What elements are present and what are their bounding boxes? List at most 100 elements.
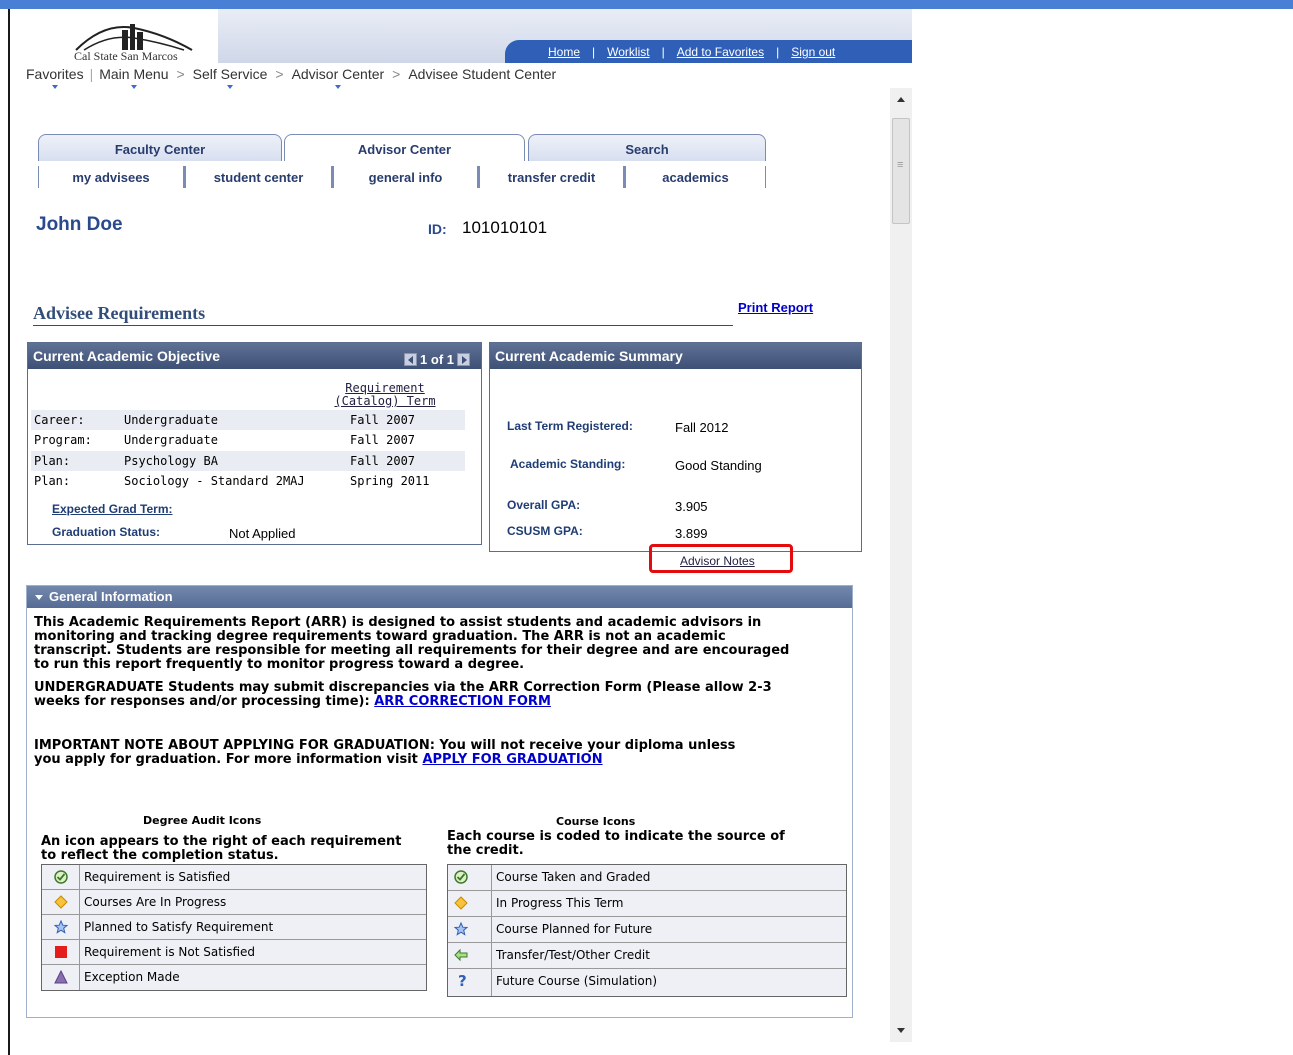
graduation-note-paragraph: IMPORTANT NOTE ABOUT APPLYING FOR GRADUA…: [34, 739, 735, 767]
legend-icon-cell: [448, 891, 492, 916]
frame-border: [8, 9, 10, 1055]
scroll-thumb[interactable]: [892, 118, 910, 224]
legend-icon-cell: [42, 940, 80, 964]
subtab-student-center[interactable]: student center: [184, 166, 332, 188]
legend-row: Transfer/Test/Other Credit: [448, 943, 846, 969]
print-report-link[interactable]: Print Report: [738, 300, 813, 315]
subtab-general-info[interactable]: general info: [332, 166, 478, 188]
csusm-gpa-label: CSUSM GPA:: [507, 524, 583, 538]
legend-row: Requirement is Satisfied: [42, 865, 426, 890]
title-underline: [33, 325, 733, 326]
worklist-link[interactable]: Worklist: [595, 45, 661, 59]
diamond-icon: [454, 896, 468, 910]
pager-text: 1 of 1: [420, 352, 454, 367]
graduation-status-value: Not Applied: [229, 526, 296, 541]
legend-icon-cell: [448, 943, 492, 968]
objective-row: Plan: Sociology - Standard 2MAJ Spring 2…: [31, 471, 465, 491]
red-square-icon: [55, 946, 67, 958]
objective-term: Spring 2011: [350, 474, 430, 488]
scroll-down-icon[interactable]: [890, 1022, 912, 1040]
last-term-label: Last Term Registered:: [507, 419, 633, 433]
check-icon: [54, 870, 68, 884]
general-information-title: General Information: [49, 589, 173, 604]
legend-row: Courses Are In Progress: [42, 890, 426, 915]
general-information-header[interactable]: General Information: [27, 586, 852, 608]
pager: 1 of 1: [401, 346, 473, 373]
subtab-bar: my advisees student center general info …: [38, 166, 766, 188]
objective-label: Program:: [34, 433, 92, 447]
previous-page-icon[interactable]: [404, 353, 418, 366]
tab-faculty-center[interactable]: Faculty Center: [38, 134, 282, 161]
breadcrumb-main-menu[interactable]: Main Menu: [99, 66, 168, 89]
graduation-status-label: Graduation Status:: [52, 525, 161, 539]
academic-summary-panel: Current Academic Summary Last Term Regis…: [489, 342, 862, 552]
objective-title: Current Academic Objective: [33, 348, 220, 364]
student-id-label: ID:: [428, 221, 447, 237]
breadcrumb-current: Advisee Student Center: [408, 66, 557, 82]
objective-value: Psychology BA: [124, 454, 218, 468]
page-title: Advisee Requirements: [33, 303, 206, 323]
apply-for-graduation-link[interactable]: APPLY FOR GRADUATION: [422, 752, 602, 767]
scroll-up-icon[interactable]: [890, 90, 912, 108]
add-to-favorites-link[interactable]: Add to Favorites: [665, 45, 776, 59]
legend-label: Course Planned for Future: [496, 922, 653, 936]
overall-gpa-label: Overall GPA:: [507, 498, 581, 512]
course-icons-title: Course Icons: [556, 815, 636, 828]
legend-row: Exception Made: [42, 965, 426, 990]
legend-label: Requirement is Satisfied: [84, 870, 231, 884]
general-information-panel: General Information This Academic Requir…: [26, 585, 853, 1018]
legend-icon-cell: [448, 865, 492, 890]
arr-description: This Academic Requirements Report (ARR) …: [34, 615, 790, 672]
subtab-academics[interactable]: academics: [624, 166, 766, 188]
objective-row: Program: Undergraduate Fall 2007: [31, 430, 465, 450]
summary-title: Current Academic Summary: [495, 348, 683, 364]
breadcrumb-arrow: >: [176, 66, 185, 82]
legend-row: Requirement is Not Satisfied: [42, 940, 426, 965]
subtab-my-advisees[interactable]: my advisees: [38, 166, 184, 188]
star-icon: [54, 920, 68, 934]
student-id-value: 101010101: [462, 218, 548, 237]
requirement-term-header-link[interactable]: Requirement (Catalog) Term: [333, 382, 437, 408]
objective-value: Undergraduate: [124, 433, 218, 447]
objective-label: Plan:: [34, 454, 71, 468]
legend-icon-cell: [42, 965, 80, 990]
expected-grad-term-link[interactable]: Expected Grad Term:: [52, 502, 172, 516]
vertical-scrollbar[interactable]: [890, 88, 912, 1042]
breadcrumb-advisor-center[interactable]: Advisor Center: [292, 66, 384, 89]
legend-row: Course Planned for Future: [448, 917, 846, 943]
breadcrumb-arrow: >: [392, 66, 401, 82]
legend-label: Transfer/Test/Other Credit: [496, 948, 650, 962]
diamond-icon: [54, 895, 68, 909]
objective-value: Undergraduate: [124, 413, 218, 427]
sign-out-link[interactable]: Sign out: [779, 45, 847, 59]
legend-label: Courses Are In Progress: [84, 895, 227, 909]
standing-value: Good Standing: [675, 458, 762, 473]
star-icon: [454, 922, 468, 936]
triangle-icon: [54, 970, 68, 984]
course-icons-description: Each course is coded to indicate the sou…: [447, 829, 785, 858]
breadcrumb-arrow: >: [275, 66, 284, 82]
next-page-icon[interactable]: [457, 353, 470, 366]
legend-icon-cell: [42, 915, 80, 939]
degree-icons-title: Degree Audit Icons: [143, 814, 262, 827]
legend-label: Exception Made: [84, 970, 180, 984]
legend-label: In Progress This Term: [496, 896, 624, 910]
breadcrumb-divider: |: [89, 66, 94, 82]
advisor-notes-link[interactable]: Advisor Notes: [680, 554, 755, 568]
tab-advisor-center[interactable]: Advisor Center: [284, 134, 525, 161]
collapse-triangle-icon[interactable]: [35, 595, 43, 601]
legend-row: Planned to Satisfy Requirement: [42, 915, 426, 940]
tab-search[interactable]: Search: [528, 134, 766, 161]
legend-icon-cell: [448, 917, 492, 942]
home-link[interactable]: Home: [536, 45, 592, 59]
breadcrumb-favorites[interactable]: Favorites: [26, 66, 84, 89]
logo-text: Cal State San Marcos: [74, 49, 178, 63]
breadcrumb-self-service[interactable]: Self Service: [193, 66, 267, 89]
standing-label: Academic Standing:: [510, 457, 626, 471]
subtab-transfer-credit[interactable]: transfer credit: [478, 166, 624, 188]
degree-icons-description: An icon appears to the right of each req…: [41, 834, 402, 863]
breadcrumb: Favorites | Main Menu > Self Service > A…: [26, 66, 557, 89]
summary-header: Current Academic Summary: [490, 343, 861, 369]
arr-correction-form-link[interactable]: ARR CORRECTION FORM: [374, 694, 551, 709]
objective-row: Career: Undergraduate Fall 2007: [31, 410, 465, 430]
